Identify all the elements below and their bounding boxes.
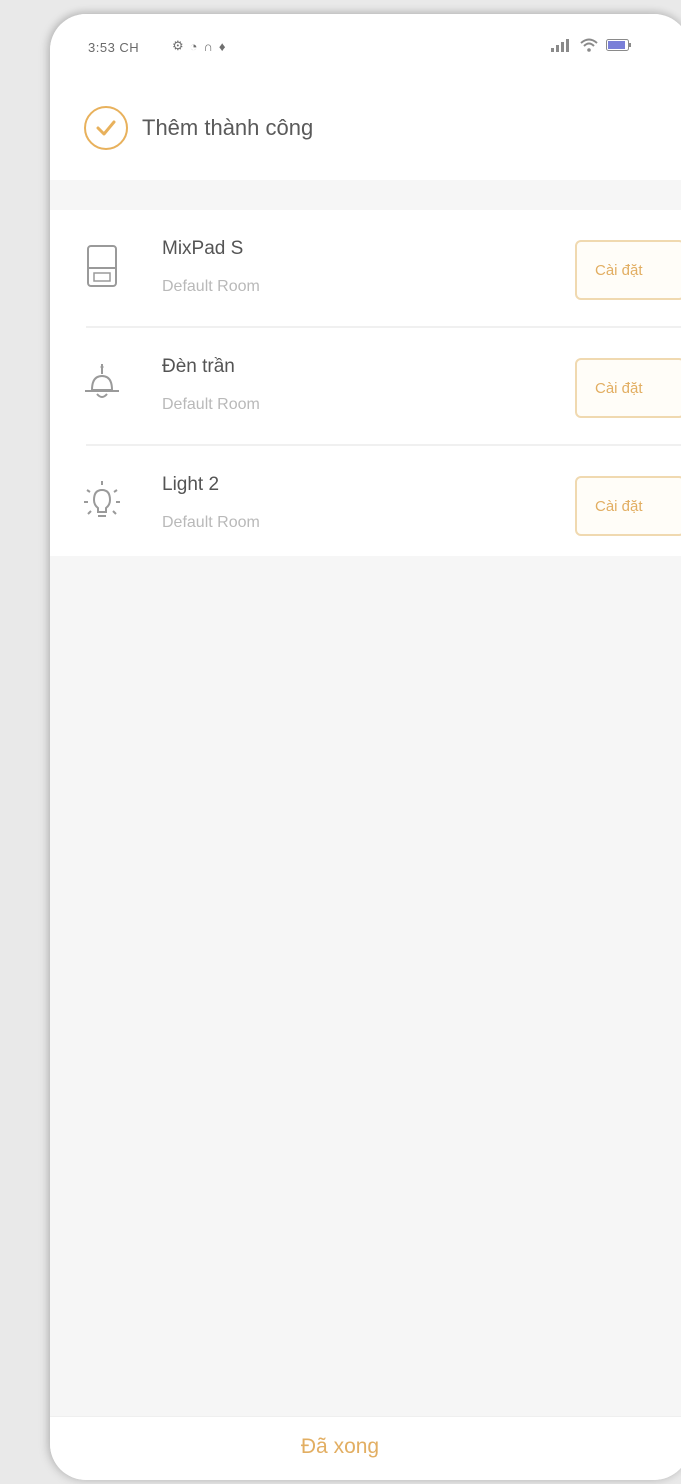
device-room: Default Room — [162, 278, 260, 295]
settings-button[interactable]: Cài đặt — [575, 476, 681, 536]
settings-button[interactable]: Cài đặt — [575, 358, 681, 418]
light-bulb-icon — [84, 481, 120, 517]
ceiling-lamp-icon — [85, 364, 119, 398]
success-message: Thêm thành công — [84, 106, 313, 150]
battery-icon — [606, 39, 631, 51]
device-item: MixPad S Default Room Cài đặt — [50, 210, 681, 326]
header: 3:53 CH ⚙ ◔ ∩ ♦ Thêm thành công — [50, 14, 681, 180]
device-room: Default Room — [162, 514, 260, 531]
signal-icon — [551, 39, 569, 52]
success-text: Thêm thành công — [142, 115, 314, 140]
status-notification-icons: ⚙ ◔ ∩ ♦ — [172, 38, 226, 54]
panel-icon — [87, 245, 117, 287]
device-name: Đèn trần — [162, 356, 235, 377]
status-time: 3:53 CH — [88, 40, 140, 55]
status-bar: 3:53 CH ⚙ ◔ ∩ ♦ — [50, 14, 681, 84]
wifi-icon — [580, 38, 598, 52]
status-system-icons — [550, 38, 632, 52]
done-button[interactable]: Đã xong — [50, 1435, 630, 1459]
check-circle-icon — [84, 106, 128, 150]
device-list: MixPad S Default Room Cài đặt Đèn trần D… — [50, 210, 681, 556]
device-item: Đèn trần Default Room Cài đặt — [50, 328, 681, 444]
settings-button[interactable]: Cài đặt — [575, 240, 681, 300]
footer: Đã xong — [50, 1416, 681, 1480]
drop-icon: ♦ — [218, 38, 226, 54]
device-item: Light 2 Default Room Cài đặt — [50, 446, 681, 562]
phone-screen: 3:53 CH ⚙ ◔ ∩ ♦ Thêm thành công MixPad S… — [50, 14, 681, 1480]
headset-icon: ∩ — [203, 38, 213, 54]
device-name: Light 2 — [162, 474, 220, 495]
device-room: Default Room — [162, 396, 260, 413]
device-name: MixPad S — [162, 238, 244, 259]
settings-icon: ⚙ — [172, 38, 184, 53]
notification-icon: ◔ — [189, 38, 198, 54]
